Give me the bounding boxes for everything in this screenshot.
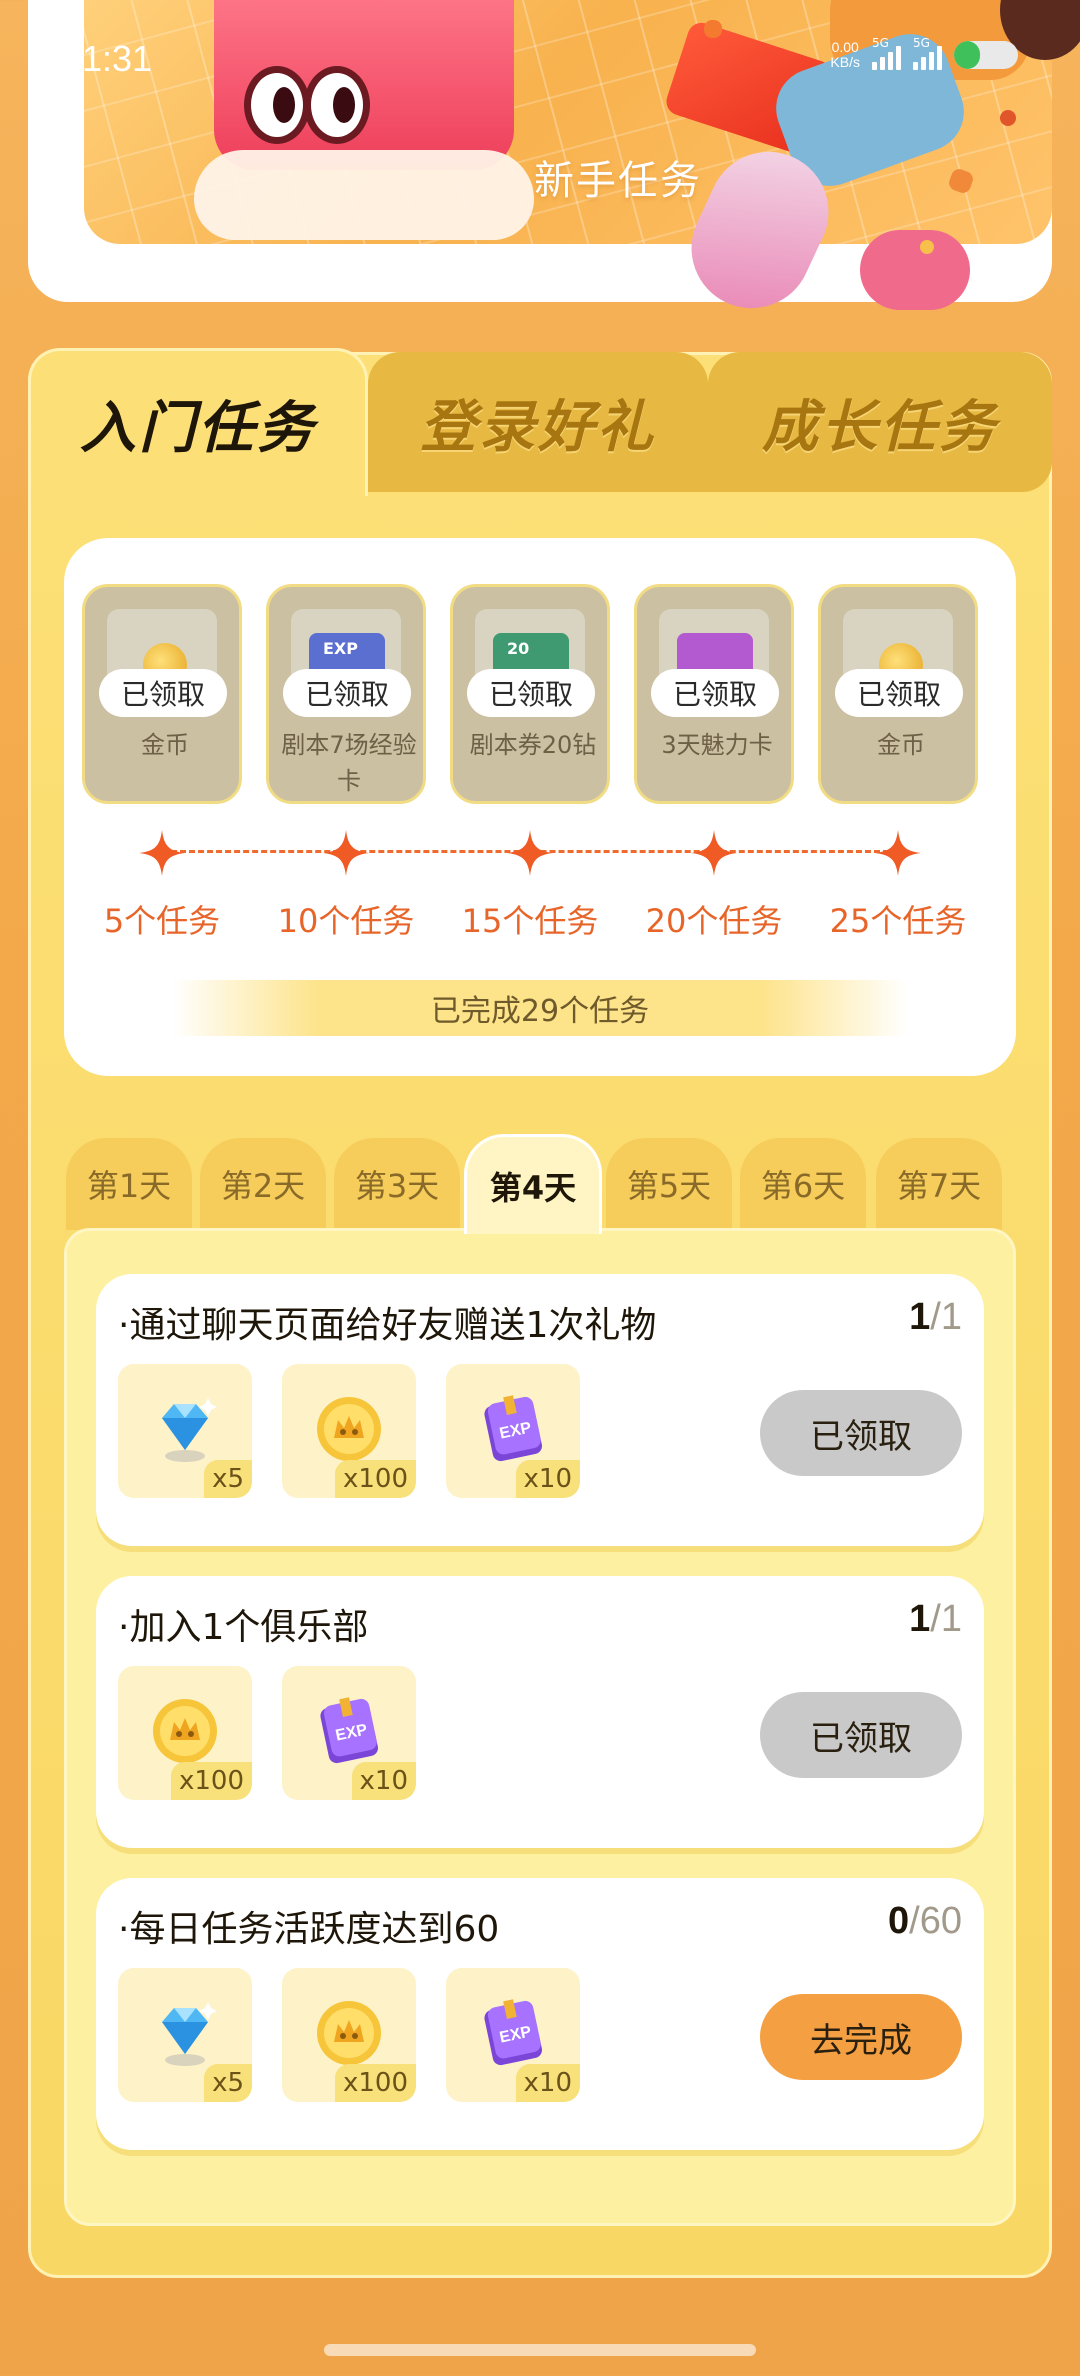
progress-total: 1: [940, 1598, 962, 1640]
milestone-reward[interactable]: 已领取 金币: [818, 584, 978, 804]
day-tab-1[interactable]: 第1天: [66, 1138, 192, 1230]
claimed-badge: 已领取: [283, 669, 411, 717]
reward-quantity: x10: [351, 1762, 416, 1800]
exp-book-icon: EXP: [312, 1694, 386, 1768]
reward-name: 3天魅力卡: [661, 731, 773, 759]
sim1-label: 5G: [872, 36, 889, 50]
milestone-step-label: 25个任务: [829, 902, 967, 940]
banner-title: 新手任务: [534, 158, 702, 204]
reward-quantity: x100: [334, 1460, 416, 1498]
milestone-star-icon: [321, 828, 371, 878]
signal-icon: 5G: [872, 36, 901, 70]
milestone-reward[interactable]: EXP 已领取 剧本7场经验卡: [266, 584, 426, 804]
sim2-label: 5G: [913, 36, 930, 50]
day-tab-5[interactable]: 第5天: [606, 1138, 732, 1230]
claimed-badge: 已领取: [651, 669, 779, 717]
reward-item: EXP x10: [282, 1666, 416, 1800]
claimed-badge: 已领取: [835, 669, 963, 717]
task-progress: 0/60: [888, 1900, 962, 1943]
milestone-reward[interactable]: 20 已领取 剧本券20钻: [450, 584, 610, 804]
day-tab-7[interactable]: 第7天: [876, 1138, 1002, 1230]
day-tab-3[interactable]: 第3天: [334, 1138, 460, 1230]
reward-quantity: x5: [204, 2064, 252, 2102]
task-progress: 1/1: [909, 1598, 962, 1641]
task-card: ·通过聊天页面给好友赠送1次礼物 1/1 x5 x100 EXP x10 已领取: [96, 1274, 984, 1546]
milestone-step-label: 20个任务: [645, 902, 783, 940]
home-indicator[interactable]: [324, 2344, 756, 2356]
tab-login-gifts[interactable]: 登录好礼: [368, 352, 708, 492]
day-tab-2[interactable]: 第2天: [200, 1138, 326, 1230]
reward-quantity: x100: [170, 1762, 252, 1800]
network-speed: 0.00 KB/s: [830, 40, 860, 70]
coin-icon: [312, 1996, 386, 2070]
battery-level: [954, 41, 980, 69]
claimed-badge: 已领取: [467, 669, 595, 717]
diamond-icon: [148, 1996, 222, 2070]
milestone-star-icon: [137, 828, 187, 878]
reward-name: 剧本券20钻: [469, 731, 597, 759]
milestone-reward[interactable]: 已领取 3天魅力卡: [634, 584, 794, 804]
progress-separator: /: [930, 1598, 941, 1640]
task-card: ·每日任务活跃度达到60 0/60 x5 x100 EXP x10 去完成: [96, 1878, 984, 2150]
reward-name: 金币: [877, 731, 925, 759]
milestone-card: 已领取 金币 EXP 已领取 剧本7场经验卡 20 已领取 剧本券20钻 已领取 3天魅力卡 已领取…: [64, 538, 1016, 1076]
milestone-star-icon: [873, 828, 923, 878]
reward-item: x100: [118, 1666, 252, 1800]
reward-item: x100: [282, 1364, 416, 1498]
reward-quantity: x10: [515, 1460, 580, 1498]
tab-beginner-tasks[interactable]: 入门任务: [28, 348, 368, 496]
reward-quantity: x10: [515, 2064, 580, 2102]
progress-total: 60: [919, 1900, 962, 1942]
coin-icon: [312, 1392, 386, 1466]
milestone-step-label: 5个任务: [103, 902, 221, 940]
reward-item: x5: [118, 1968, 252, 2102]
reward-item: x5: [118, 1364, 252, 1498]
milestone-step-label: 10个任务: [277, 902, 415, 940]
reward-item: x100: [282, 1968, 416, 2102]
reward-quantity: x100: [334, 2064, 416, 2102]
tab-growth-tasks[interactable]: 成长任务: [708, 352, 1052, 492]
milestone-star-icon: [689, 828, 739, 878]
exp-book-icon: EXP: [476, 1392, 550, 1466]
task-card: ·加入1个俱乐部 1/1 x100 EXP x10 已领取: [96, 1576, 984, 1848]
claimed-button[interactable]: 已领取: [760, 1692, 962, 1778]
network-speed-value: 0.00: [831, 39, 859, 55]
day-tab-6[interactable]: 第6天: [740, 1138, 866, 1230]
network-speed-unit: KB/s: [830, 54, 860, 70]
progress-separator: /: [909, 1900, 920, 1942]
claimed-badge: 已领取: [99, 669, 227, 717]
reward-item: EXP x10: [446, 1364, 580, 1498]
task-title: ·每日任务活跃度达到60: [118, 1909, 500, 1950]
reward-name: 剧本7场经验卡: [281, 731, 417, 795]
milestone-star-icon: [505, 828, 555, 878]
reward-quantity: x5: [204, 1460, 252, 1498]
reward-item: EXP x10: [446, 1968, 580, 2102]
coin-icon: [148, 1694, 222, 1768]
progress-separator: /: [930, 1296, 941, 1338]
status-time: 1:31: [82, 38, 153, 79]
signal-icon: 5G: [913, 36, 942, 70]
completed-count: 已完成29个任务: [172, 980, 908, 1036]
diamond-icon: [148, 1392, 222, 1466]
progress-current: 1: [909, 1296, 931, 1338]
task-title: ·加入1个俱乐部: [118, 1607, 369, 1648]
mascot-hand: [194, 150, 534, 240]
progress-current: 1: [909, 1598, 931, 1640]
task-title: ·通过聊天页面给好友赠送1次礼物: [118, 1305, 657, 1346]
progress-total: 1: [940, 1296, 962, 1338]
category-tabs: 登录好礼 成长任务 入门任务: [28, 348, 1052, 496]
day-tab-4[interactable]: 第4天: [464, 1134, 602, 1234]
exp-book-icon: EXP: [476, 1996, 550, 2070]
milestone-step-label: 15个任务: [461, 902, 599, 940]
claimed-button[interactable]: 已领取: [760, 1390, 962, 1476]
progress-current: 0: [888, 1900, 910, 1942]
go-complete-button[interactable]: 去完成: [760, 1994, 962, 2080]
task-progress: 1/1: [909, 1296, 962, 1339]
battery-icon: [954, 41, 1018, 69]
milestone-reward[interactable]: 已领取 金币: [82, 584, 242, 804]
reward-name: 金币: [141, 731, 189, 759]
status-icons: 0.00 KB/s 5G 5G: [830, 36, 1018, 70]
status-bar: 1:31 0.00 KB/s 5G 5G: [0, 0, 1080, 110]
